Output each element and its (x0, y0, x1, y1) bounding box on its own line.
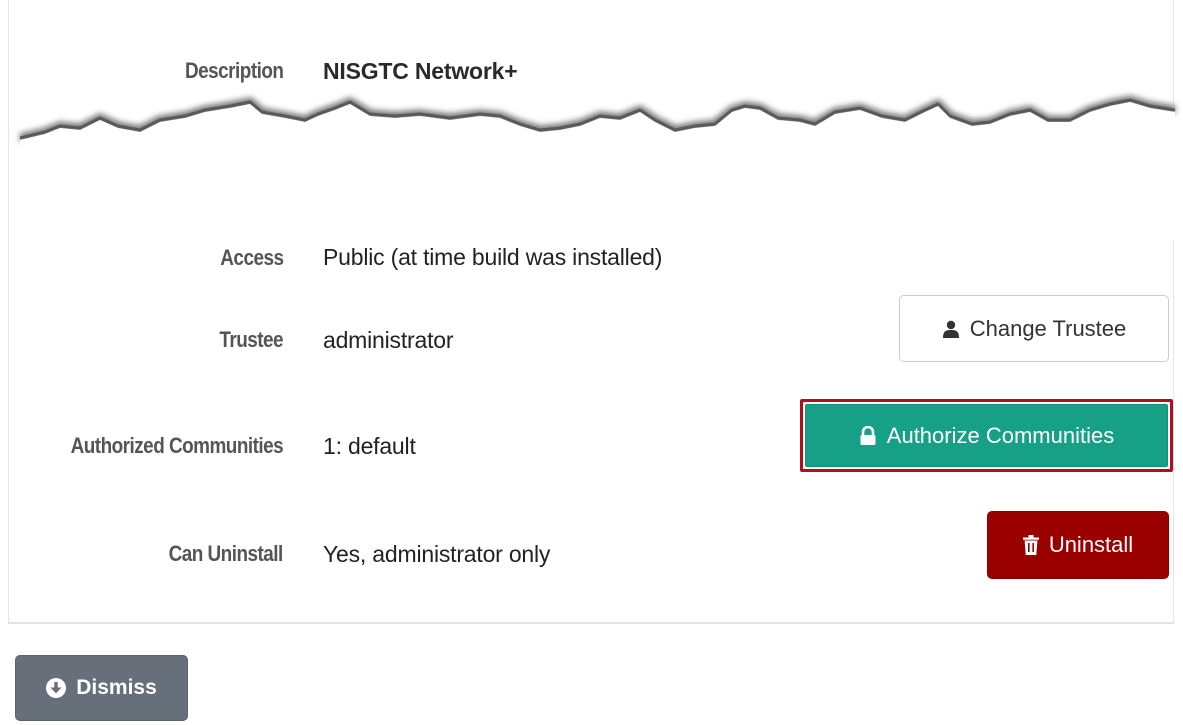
uninstall-button[interactable]: Uninstall (987, 511, 1169, 579)
can-uninstall-value: Yes, administrator only (323, 541, 551, 567)
access-label: Access (219, 245, 284, 270)
trustee-value: administrator (323, 327, 454, 353)
dismiss-label: Dismiss (76, 676, 157, 699)
authorize-communities-label: Authorize Communities (886, 422, 1115, 448)
change-trustee-button[interactable]: Change Trustee (899, 295, 1169, 362)
change-trustee-label: Change Trustee (969, 315, 1127, 341)
authorize-communities-button[interactable]: Authorize Communities (805, 404, 1168, 467)
authorized-communities-label: Authorized Communities (70, 433, 283, 458)
torn-edge-separator (18, 95, 1176, 240)
footer-divider (8, 622, 1174, 624)
trash-icon (1022, 535, 1039, 555)
circle-arrow-down-icon (46, 678, 67, 698)
authorized-communities-value: 1: default (323, 433, 416, 459)
trustee-label: Trustee (219, 327, 283, 352)
lock-icon (859, 425, 877, 446)
access-value: Public (at time build was installed) (323, 244, 663, 270)
user-icon (942, 320, 960, 338)
build-details-panel: Description NISGTC Network+ Access Publi… (0, 0, 1183, 725)
uninstall-label: Uninstall (1048, 532, 1134, 557)
can-uninstall-label: Can Uninstall (168, 541, 284, 566)
dismiss-button[interactable]: Dismiss (15, 655, 188, 721)
